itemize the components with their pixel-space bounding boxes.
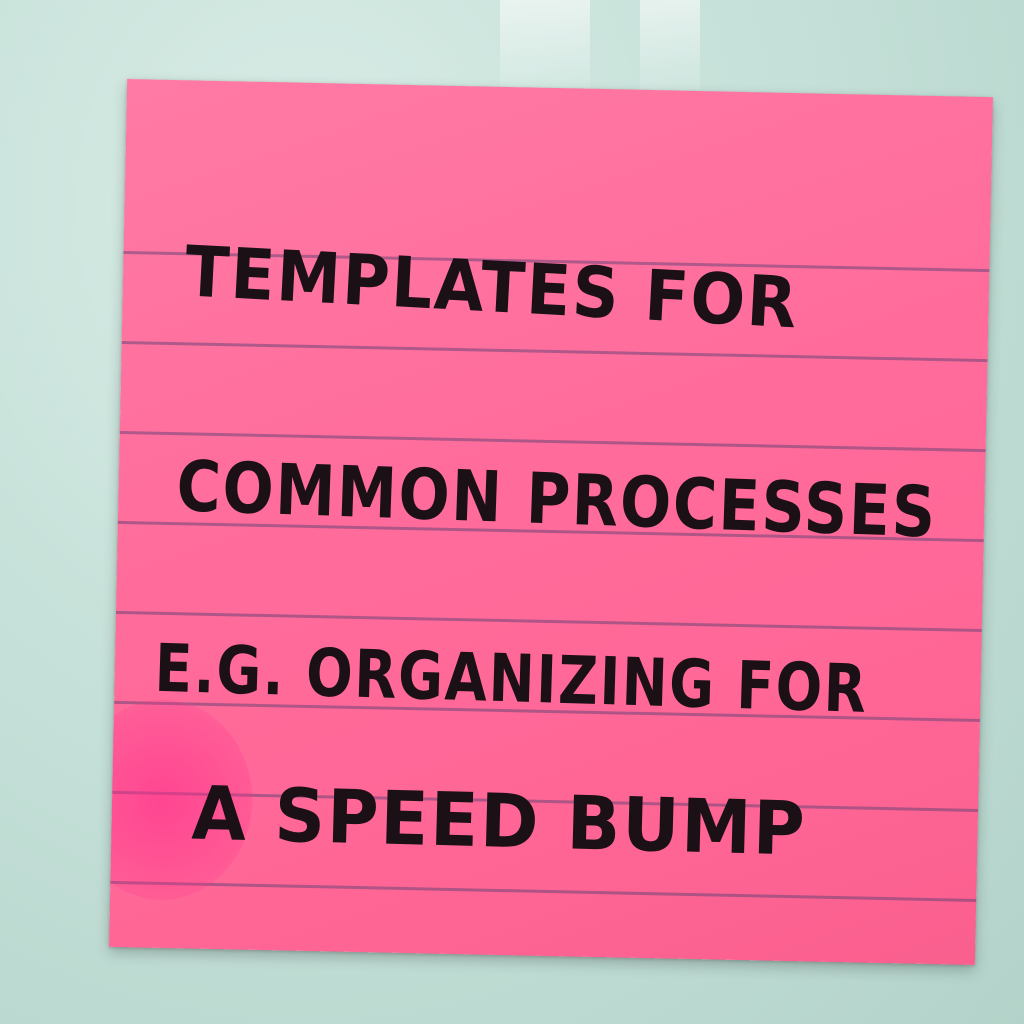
handwritten-line-3: E.G. ORGANIZING FOR [153, 629, 869, 728]
ruled-line [121, 340, 988, 363]
ruled-line [110, 880, 977, 902]
handwritten-line-2: COMMON PROCESSES [175, 445, 939, 554]
handwritten-line-1: TEMPLATES FOR [183, 230, 801, 345]
sticky-note: TEMPLATES FOR COMMON PROCESSES E.G. ORGA… [109, 79, 993, 965]
ruled-line [115, 610, 982, 633]
handwritten-line-4: A SPEED BUMP [190, 770, 808, 873]
